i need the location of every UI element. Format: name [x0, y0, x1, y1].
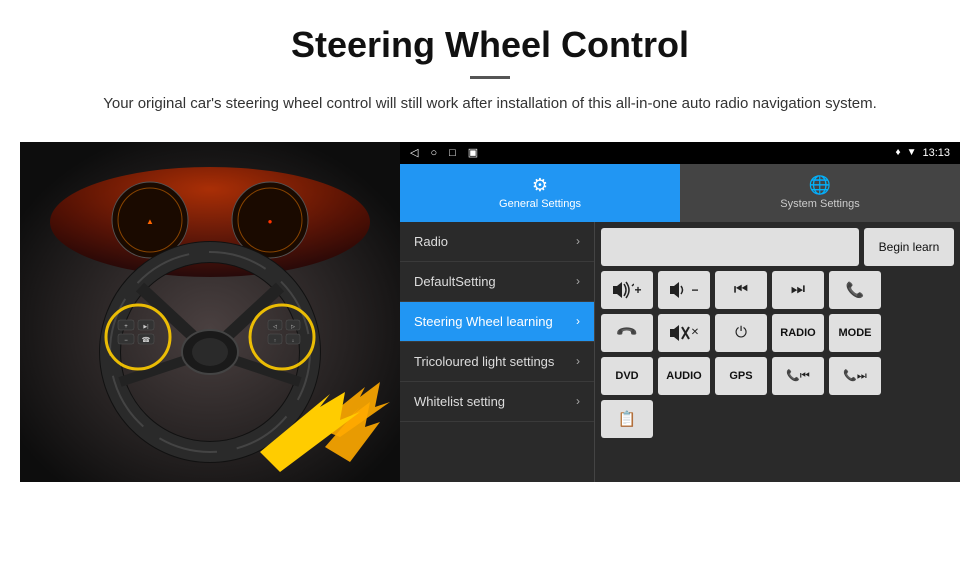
hangup-button[interactable]: 📞: [601, 314, 653, 352]
menu-item-whitelist[interactable]: Whitelist setting ›: [400, 382, 594, 422]
back-icon[interactable]: ◁: [410, 146, 418, 159]
svg-text:☎: ☎: [142, 336, 151, 344]
gps-button[interactable]: GPS: [715, 357, 767, 395]
blank-display: [601, 228, 859, 266]
control-row-4: DVD AUDIO GPS 📞⏮ 📞⏭: [601, 357, 954, 395]
page-wrapper: Steering Wheel Control Your original car…: [0, 0, 980, 482]
chevron-right-icon: ›: [576, 394, 580, 408]
globe-icon: 🌐: [809, 175, 831, 196]
chevron-right-icon: ›: [576, 354, 580, 368]
volume-down-button[interactable]: −: [658, 271, 710, 309]
dvd-button[interactable]: DVD: [601, 357, 653, 395]
location-icon: ♦: [895, 147, 900, 158]
svg-text:↓: ↓: [292, 338, 295, 344]
car-image-area: ▲ ●: [20, 142, 400, 482]
status-bar-info: ♦ ▼ 13:13: [895, 147, 950, 159]
power-button[interactable]: ⏻: [715, 314, 767, 352]
home-icon[interactable]: ○: [430, 147, 437, 159]
power-icon: ⏻: [735, 324, 747, 341]
tab-general-settings[interactable]: ⚙ General Settings: [400, 164, 680, 222]
tab-system-settings[interactable]: 🌐 System Settings: [680, 164, 960, 222]
volume-up-icon: [612, 281, 634, 299]
mute-button[interactable]: ✕: [658, 314, 710, 352]
phone-icon: 📞: [846, 281, 865, 299]
svg-text:−: −: [124, 338, 128, 344]
call-prev-icon: 📞⏮: [786, 369, 810, 383]
control-row-3: 📞 ✕ ⏻ RADIO: [601, 314, 954, 352]
menu-panel: Radio › DefaultSetting › Steering Wheel …: [400, 222, 595, 482]
svg-text:◁: ◁: [273, 324, 277, 330]
settings-tabs: ⚙ General Settings 🌐 System Settings: [400, 164, 960, 222]
control-row-5: 📋: [601, 400, 954, 438]
gear-icon: ⚙: [532, 175, 548, 196]
list-button[interactable]: 📋: [601, 400, 653, 438]
android-ui: ◁ ○ □ ▣ ♦ ▼ 13:13 ⚙ General Settings: [400, 142, 960, 482]
chevron-right-icon: ›: [576, 234, 580, 248]
menu-item-tricoloured[interactable]: Tricoloured light settings ›: [400, 342, 594, 382]
steering-wheel-svg: ▲ ●: [20, 142, 400, 482]
next-track-icon: ⏭: [791, 281, 805, 299]
mute-icon: [669, 324, 691, 342]
menu-item-tricoloured-label: Tricoloured light settings: [414, 354, 576, 369]
chevron-right-icon: ›: [576, 274, 580, 288]
menu-item-default-setting[interactable]: DefaultSetting ›: [400, 262, 594, 302]
tab-system-label: System Settings: [780, 198, 859, 210]
signal-icon: ▼: [907, 147, 917, 158]
content-area: ▲ ●: [20, 142, 960, 482]
next-track-button[interactable]: ⏭: [772, 271, 824, 309]
hangup-icon: 📞: [615, 320, 639, 344]
mode-button[interactable]: MODE: [829, 314, 881, 352]
page-header: Steering Wheel Control Your original car…: [0, 0, 980, 128]
control-row-1: Begin learn: [601, 228, 954, 266]
menu-item-steering-label: Steering Wheel learning: [414, 314, 576, 329]
prev-track-icon: ⏮: [734, 281, 748, 299]
page-title: Steering Wheel Control: [40, 24, 940, 66]
menu-item-radio[interactable]: Radio ›: [400, 222, 594, 262]
status-bar-nav: ◁ ○ □ ▣: [410, 146, 478, 159]
minus-label: −: [691, 283, 698, 297]
page-subtitle: Your original car's steering wheel contr…: [80, 93, 900, 116]
radio-button[interactable]: RADIO: [772, 314, 824, 352]
control-row-2: + − ⏮ ⏭: [601, 271, 954, 309]
svg-text:▶|: ▶|: [143, 324, 148, 330]
call-button[interactable]: 📞: [829, 271, 881, 309]
plus-label: +: [634, 283, 641, 297]
begin-learn-button[interactable]: Begin learn: [864, 228, 954, 266]
audio-button[interactable]: AUDIO: [658, 357, 710, 395]
status-bar: ◁ ○ □ ▣ ♦ ▼ 13:13: [400, 142, 960, 164]
control-panel: Begin learn +: [595, 222, 960, 482]
svg-text:●: ●: [268, 217, 273, 226]
recents-icon[interactable]: □: [449, 147, 456, 159]
svg-text:+: +: [124, 324, 128, 330]
svg-text:▲: ▲: [146, 217, 154, 226]
time-display: 13:13: [922, 147, 950, 159]
menu-item-steering-wheel[interactable]: Steering Wheel learning ›: [400, 302, 594, 342]
volume-down-icon: [669, 281, 691, 299]
title-divider: [470, 76, 510, 79]
volume-up-button[interactable]: +: [601, 271, 653, 309]
tab-general-label: General Settings: [499, 198, 581, 210]
menu-item-default-label: DefaultSetting: [414, 274, 576, 289]
svg-text:↑: ↑: [274, 338, 277, 344]
apps-icon[interactable]: ▣: [468, 146, 478, 159]
svg-text:▷: ▷: [291, 324, 295, 330]
menu-item-radio-label: Radio: [414, 234, 576, 249]
prev-track-button[interactable]: ⏮: [715, 271, 767, 309]
main-split: Radio › DefaultSetting › Steering Wheel …: [400, 222, 960, 482]
call-next-icon: 📞⏭: [843, 369, 867, 383]
x-label: ✕: [691, 327, 699, 338]
call-prev-button[interactable]: 📞⏮: [772, 357, 824, 395]
menu-item-whitelist-label: Whitelist setting: [414, 394, 576, 409]
call-next-button[interactable]: 📞⏭: [829, 357, 881, 395]
chevron-right-icon: ›: [576, 314, 580, 328]
list-icon: 📋: [618, 410, 637, 428]
